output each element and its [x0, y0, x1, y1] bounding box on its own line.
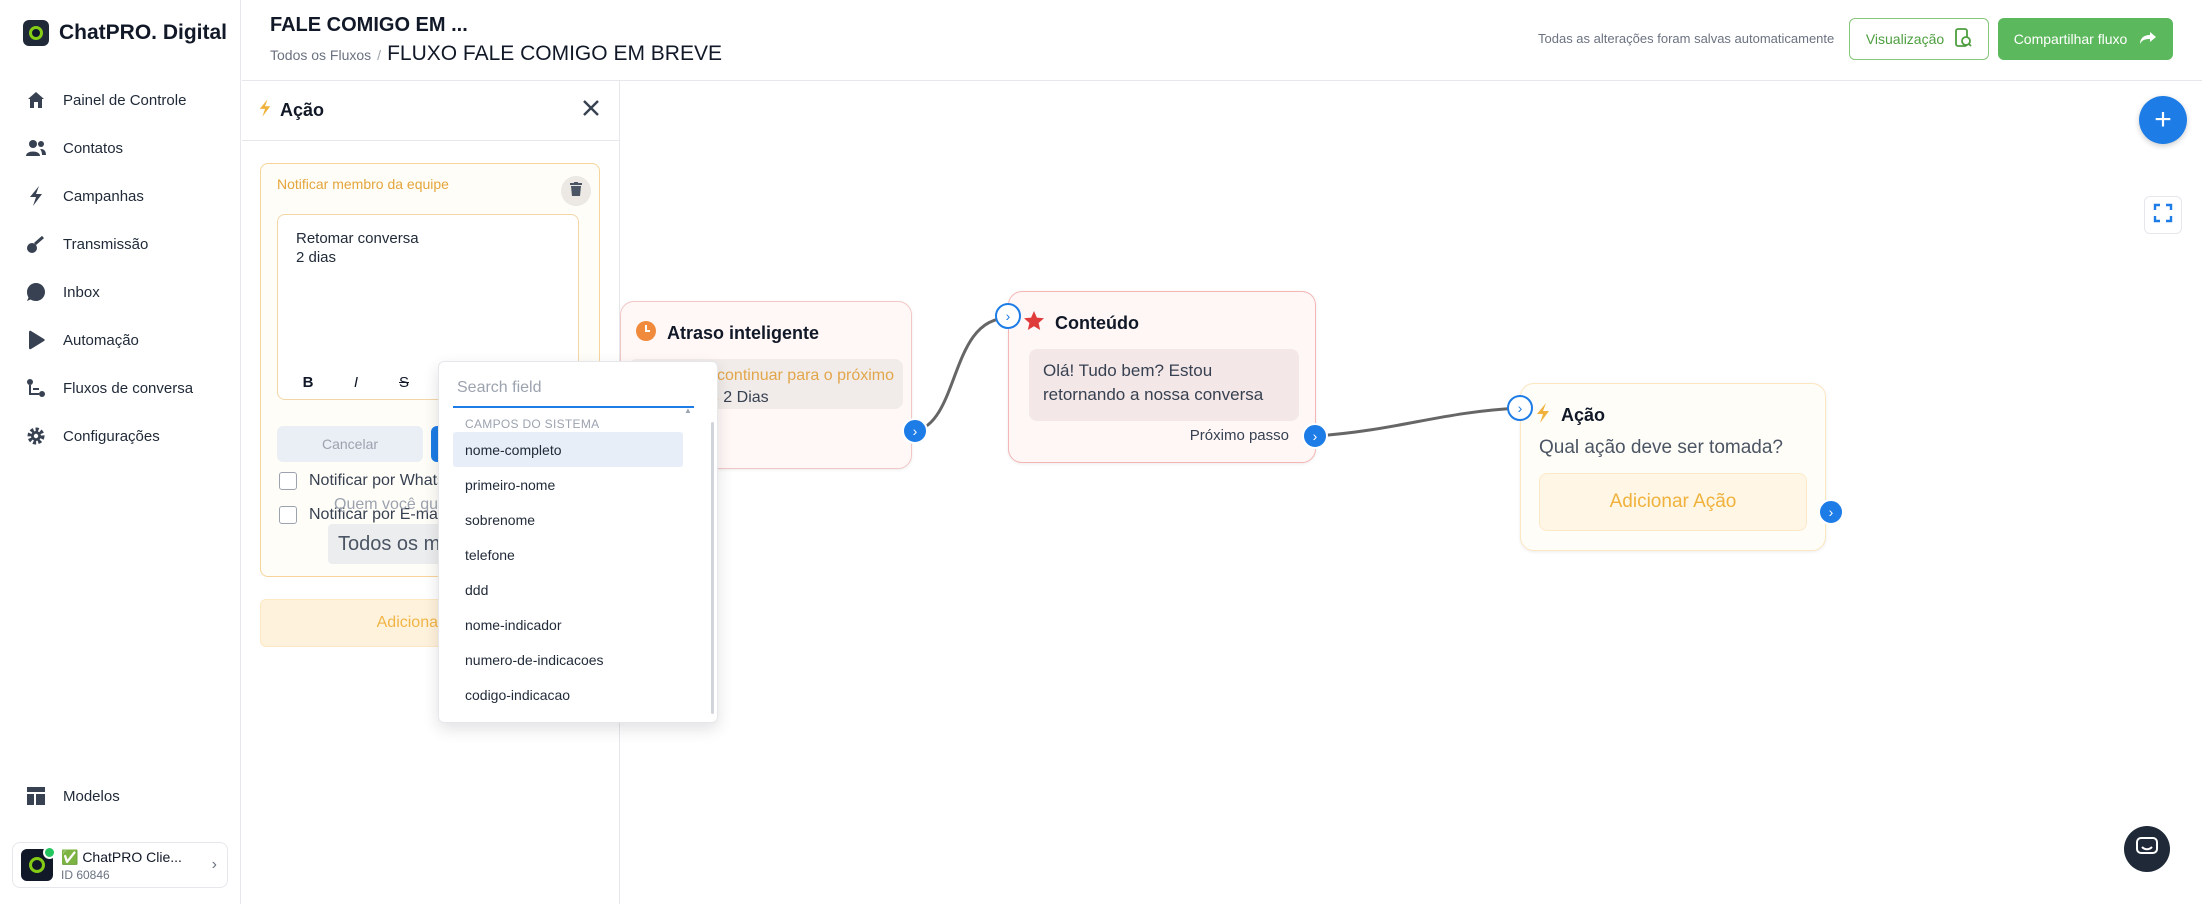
card-label: Notificar membro da equipe — [277, 176, 449, 192]
strikethrough-button[interactable]: S — [392, 374, 416, 391]
field-list: nome-completo primeiro-nome sobrenome te… — [453, 432, 683, 712]
cancel-button[interactable]: Cancelar — [277, 426, 423, 462]
action-node[interactable]: Ação Qual ação deve ser tomada? Adiciona… — [1520, 383, 1826, 551]
fullscreen-button[interactable] — [2144, 196, 2182, 234]
dropdown-group-label: CAMPOS DO SISTEMA — [465, 417, 600, 431]
field-option[interactable]: numero-de-indicacoes — [453, 642, 683, 677]
trash-icon — [570, 181, 582, 201]
content-node-title: Conteúdo — [1055, 313, 1139, 333]
delay-value: 2 Dias — [723, 389, 769, 406]
action-node-output-port[interactable]: › — [1818, 499, 1844, 525]
content-node-header: Conteúdo — [1009, 292, 1315, 337]
star-icon — [1023, 310, 1045, 337]
whatsapp-checkbox[interactable] — [279, 472, 297, 490]
field-option[interactable]: nome-indicador — [453, 607, 683, 642]
delay-node-title: Atraso inteligente — [667, 323, 820, 343]
italic-button[interactable]: I — [344, 374, 368, 391]
field-option[interactable]: primeiro-nome — [453, 467, 683, 502]
next-step-label: Próximo passo — [1189, 427, 1289, 444]
lightning-icon — [258, 98, 272, 123]
action-node-header: Ação — [1521, 384, 1825, 429]
action-panel-header: Ação — [242, 81, 620, 141]
message-preview: Olá! Tudo bem? Estou retornando a nossa … — [1029, 349, 1299, 421]
lightning-icon — [1535, 402, 1551, 429]
chat-icon — [2136, 836, 2158, 862]
add-node-button[interactable]: + — [2139, 96, 2187, 144]
variable-dropdown: ▲ CAMPOS DO SISTEMA nome-completo primei… — [438, 361, 718, 723]
field-option[interactable]: nome-completo — [453, 432, 683, 467]
connector-delay-to-content — [915, 316, 1009, 433]
delay-node-header: Atraso inteligente — [621, 302, 911, 347]
close-panel-button[interactable] — [576, 95, 606, 125]
add-action-node-button[interactable]: Adicionar Ação — [1539, 473, 1807, 531]
content-node-output-port[interactable]: › — [1302, 423, 1328, 449]
field-option[interactable]: sobrenome — [453, 502, 683, 537]
dropdown-scrollbar[interactable] — [711, 422, 714, 714]
action-node-title: Ação — [1561, 405, 1606, 425]
editor-line: 2 dias — [296, 249, 337, 266]
email-checkbox[interactable] — [279, 506, 297, 524]
search-field-input[interactable] — [453, 370, 694, 408]
action-question: Qual ação deve ser tomada? — [1539, 437, 1783, 458]
field-option[interactable]: telefone — [453, 537, 683, 572]
content-node[interactable]: Conteúdo Olá! Tudo bem? Estou retornando… — [1008, 291, 1316, 463]
close-icon — [582, 99, 600, 122]
action-node-input-port[interactable]: › — [1507, 395, 1533, 421]
field-option[interactable]: codigo-indicacao — [453, 677, 683, 712]
support-chat-button[interactable] — [2124, 826, 2170, 872]
expand-icon — [2153, 203, 2173, 228]
bold-button[interactable]: B — [296, 374, 320, 391]
connector-content-to-action — [1315, 406, 1521, 438]
editor-content[interactable]: Retomar conversa 2 dias — [296, 229, 419, 267]
editor-line: Retomar conversa — [296, 230, 419, 247]
caret-up-icon: ▲ — [684, 406, 692, 415]
content-node-input-port[interactable]: › — [995, 303, 1021, 329]
plus-icon: + — [2154, 103, 2172, 136]
delete-action-button[interactable] — [561, 176, 591, 206]
clock-icon — [635, 320, 657, 347]
delay-node-output-port[interactable]: › — [902, 418, 928, 444]
panel-title: Ação — [280, 100, 325, 120]
field-option[interactable]: ddd — [453, 572, 683, 607]
